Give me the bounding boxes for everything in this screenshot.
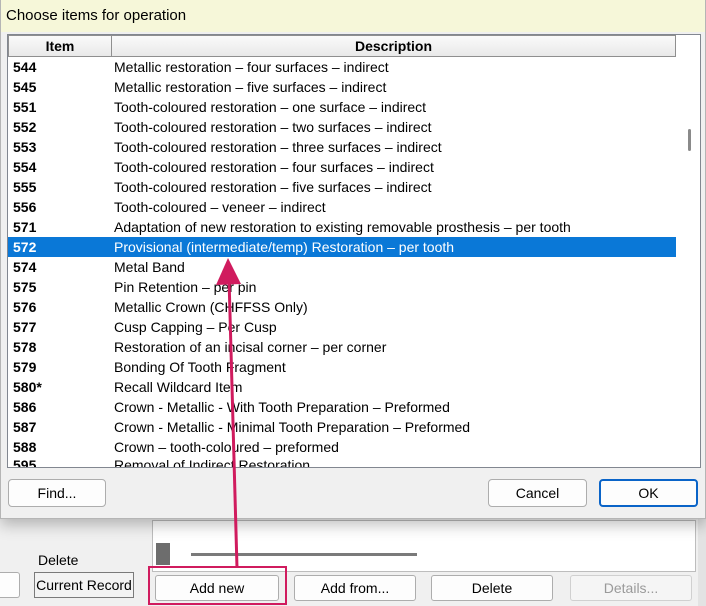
row-description: Crown - Metallic - Minimal Tooth Prepara… xyxy=(114,419,471,435)
row-item-code: 579 xyxy=(13,359,37,375)
items-list[interactable]: Item Description 544 Metallic restoration… xyxy=(7,34,701,468)
column-header-description[interactable]: Description xyxy=(112,35,676,57)
find-button[interactable]: Find... xyxy=(8,479,106,507)
table-row[interactable]: 571 Adaptation of new restoration to exis… xyxy=(8,217,676,237)
row-description: Metallic Crown (CHFFSS Only) xyxy=(114,299,308,315)
table-row[interactable]: 575 Pin Retention – per pin xyxy=(8,277,676,297)
delete-group-label: Delete xyxy=(38,552,79,568)
delete-button[interactable]: Delete xyxy=(431,575,553,601)
row-item-code: 577 xyxy=(13,319,37,335)
row-item-code: 554 xyxy=(13,159,37,175)
table-row[interactable]: 544 Metallic restoration – four surfaces … xyxy=(8,57,676,77)
row-item-code: 574 xyxy=(13,259,37,275)
annotation-highlight-box xyxy=(148,566,287,605)
table-row[interactable]: 555 Tooth-coloured restoration – five sur… xyxy=(8,177,676,197)
table-row[interactable]: 551 Tooth-coloured restoration – one surf… xyxy=(8,97,676,117)
list-header: Item Description xyxy=(8,35,676,57)
table-row[interactable]: 579 Bonding Of Tooth Fragment xyxy=(8,357,676,377)
table-row[interactable]: 577 Cusp Capping – Per Cusp xyxy=(8,317,676,337)
row-description: Metallic restoration – five surfaces – i… xyxy=(114,79,387,95)
table-row[interactable]: 586 Crown - Metallic - With Tooth Prepara… xyxy=(8,397,676,417)
table-row[interactable]: 588 Crown – tooth-coloured – preformed xyxy=(8,437,676,457)
table-row[interactable]: 580* Recall Wildcard Item xyxy=(8,377,676,397)
row-item-code: 555 xyxy=(13,179,37,195)
row-description: Cusp Capping – Per Cusp xyxy=(114,319,277,335)
row-item-code: 588 xyxy=(13,439,37,455)
add-from-button[interactable]: Add from... xyxy=(294,575,416,601)
row-description: Removal of Indirect Restoration xyxy=(114,457,311,468)
ok-button[interactable]: OK xyxy=(599,479,698,507)
table-row[interactable]: 553 Tooth-coloured restoration – three su… xyxy=(8,137,676,157)
list-rows: 544 Metallic restoration – four surfaces … xyxy=(8,57,676,468)
row-description: Tooth-coloured restoration – four surfac… xyxy=(114,159,434,175)
parent-list-panel xyxy=(152,520,696,572)
row-item-code: 587 xyxy=(13,419,37,435)
row-item-code: 553 xyxy=(13,139,37,155)
parent-right-edge xyxy=(698,515,706,606)
table-row[interactable]: 545 Metallic restoration – five surfaces … xyxy=(8,77,676,97)
row-description: Tooth-coloured restoration – three surfa… xyxy=(114,139,442,155)
row-item-code: 595 xyxy=(13,457,37,468)
table-row[interactable]: 587 Crown - Metallic - Minimal Tooth Prep… xyxy=(8,417,676,437)
vertical-scrollbar[interactable] xyxy=(681,35,700,467)
row-item-code: 576 xyxy=(13,299,37,315)
table-row[interactable]: 578 Restoration of an incisal corner – pe… xyxy=(8,337,676,357)
table-row[interactable]: 576 Metallic Crown (CHFFSS Only) xyxy=(8,297,676,317)
row-description: Restoration of an incisal corner – per c… xyxy=(114,339,387,355)
cancel-button[interactable]: Cancel xyxy=(488,479,587,507)
row-description: Crown – tooth-coloured – preformed xyxy=(114,439,339,455)
parent-horizontal-scrollbar[interactable] xyxy=(191,553,417,556)
row-description: Adaptation of new restoration to existin… xyxy=(114,219,571,235)
table-row[interactable]: 552 Tooth-coloured restoration – two surf… xyxy=(8,117,676,137)
vertical-scroll-thumb[interactable] xyxy=(688,129,691,151)
table-row[interactable]: 574 Metal Band xyxy=(8,257,676,277)
table-row-selected[interactable]: 572 Provisional (intermediate/temp) Resto… xyxy=(8,237,676,257)
table-row[interactable]: 556 Tooth-coloured – veneer – indirect xyxy=(8,197,676,217)
current-record-button[interactable]: Current Record xyxy=(34,572,134,598)
table-row[interactable]: 595 Removal of Indirect Restoration xyxy=(8,457,676,468)
row-description: Metal Band xyxy=(114,259,185,275)
row-item-code: 544 xyxy=(13,59,37,75)
partial-button[interactable] xyxy=(0,572,20,598)
row-item-code: 580* xyxy=(13,379,42,395)
row-item-code: 578 xyxy=(13,339,37,355)
row-description: Crown - Metallic - With Tooth Preparatio… xyxy=(114,399,450,415)
row-item-code: 545 xyxy=(13,79,37,95)
column-header-item[interactable]: Item xyxy=(8,35,112,57)
row-item-code: 552 xyxy=(13,119,37,135)
table-row[interactable]: 554 Tooth-coloured restoration – four sur… xyxy=(8,157,676,177)
row-description: Tooth-coloured restoration – five surfac… xyxy=(114,179,432,195)
row-item-code: 586 xyxy=(13,399,37,415)
row-item-code: 571 xyxy=(13,219,37,235)
row-description: Metallic restoration – four surfaces – i… xyxy=(114,59,389,75)
row-description: Tooth-coloured restoration – one surface… xyxy=(114,99,427,115)
row-description: Provisional (intermediate/temp) Restorat… xyxy=(114,239,455,255)
details-button: Details... xyxy=(570,575,692,601)
choose-items-dialog: Choose items for operation Item Descript… xyxy=(0,0,706,519)
row-item-code: 551 xyxy=(13,99,37,115)
row-item-code: 556 xyxy=(13,199,37,215)
dialog-title-bar[interactable]: Choose items for operation xyxy=(1,0,705,32)
parent-scroll-thumb[interactable] xyxy=(156,543,170,565)
dialog-title: Choose items for operation xyxy=(6,7,187,24)
row-description: Recall Wildcard Item xyxy=(114,379,243,395)
row-item-code: 572 xyxy=(13,239,37,255)
row-description: Tooth-coloured – veneer – indirect xyxy=(114,199,326,215)
row-description: Tooth-coloured restoration – two surface… xyxy=(114,119,432,135)
row-item-code: 575 xyxy=(13,279,37,295)
row-description: Bonding Of Tooth Fragment xyxy=(114,359,286,375)
row-description: Pin Retention – per pin xyxy=(114,279,257,295)
